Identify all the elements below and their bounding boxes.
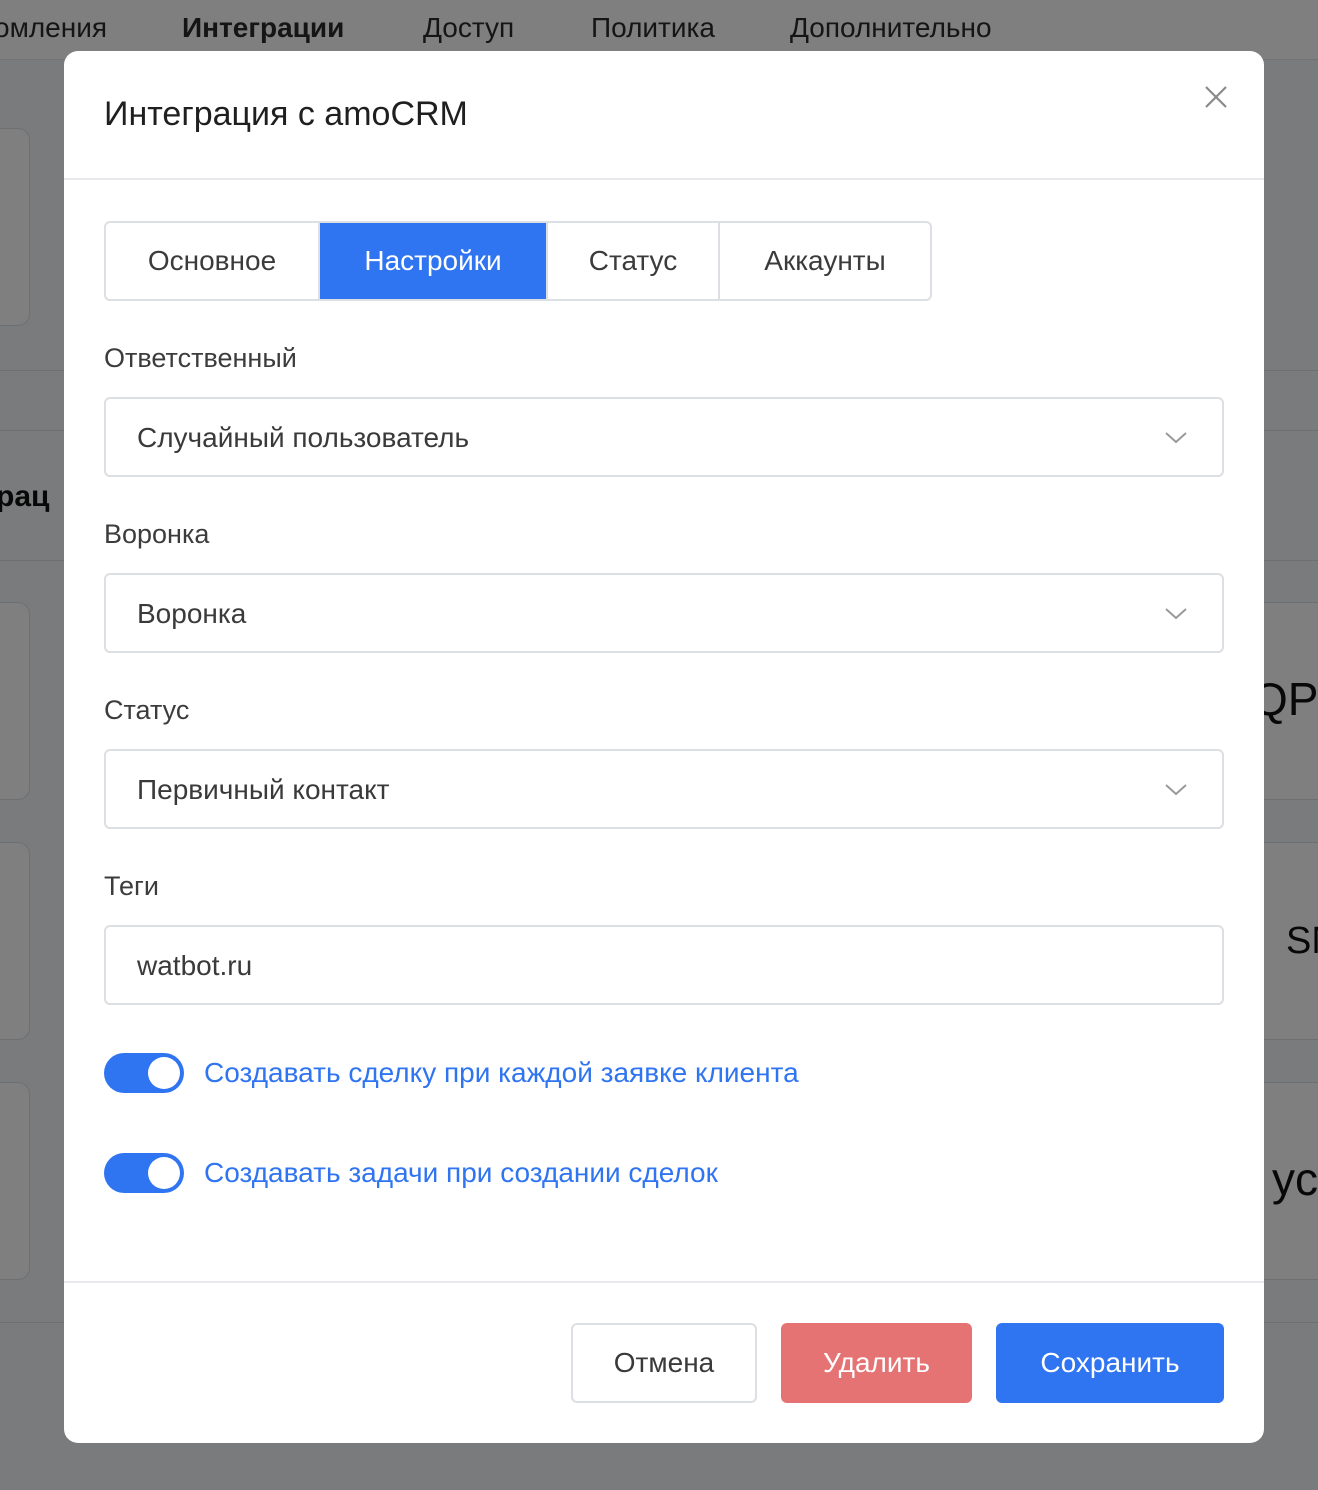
create-deal-toggle[interactable] <box>104 1053 184 1093</box>
funnel-select[interactable]: Воронка <box>104 573 1224 653</box>
close-icon <box>1205 86 1227 108</box>
responsible-label: Ответственный <box>104 343 297 373</box>
responsible-select-value: Случайный пользователь <box>137 422 470 453</box>
modal-footer-divider <box>64 1281 1264 1283</box>
status-label: Статус <box>104 695 190 725</box>
toggle-row-create-tasks: Создавать задачи при создании сделок <box>104 1152 718 1194</box>
save-button[interactable]: Сохранить <box>996 1323 1224 1403</box>
funnel-label: Воронка <box>104 519 210 549</box>
cancel-button[interactable]: Отмена <box>571 1323 757 1403</box>
responsible-select[interactable]: Случайный пользователь <box>104 397 1224 477</box>
toggle-row-create-deal: Создавать сделку при каждой заявке клиен… <box>104 1052 799 1094</box>
create-deal-toggle-label[interactable]: Создавать сделку при каждой заявке клиен… <box>204 1057 799 1089</box>
close-button[interactable] <box>1202 83 1230 111</box>
modal-title: Интеграция с amoCRM <box>104 95 468 133</box>
tab-settings[interactable]: Настройки <box>320 223 548 299</box>
tags-label: Теги <box>104 871 159 901</box>
tab-basic[interactable]: Основное <box>106 223 320 299</box>
toggle-knob <box>148 1157 180 1189</box>
chevron-down-icon <box>1164 429 1188 445</box>
status-select-value: Первичный контакт <box>137 774 390 805</box>
chevron-down-icon <box>1164 781 1188 797</box>
tab-status[interactable]: Статус <box>548 223 720 299</box>
status-select[interactable]: Первичный контакт <box>104 749 1224 829</box>
create-tasks-toggle-label[interactable]: Создавать задачи при создании сделок <box>204 1157 718 1189</box>
funnel-select-value: Воронка <box>137 598 247 629</box>
delete-button[interactable]: Удалить <box>781 1323 972 1403</box>
chevron-down-icon <box>1164 605 1188 621</box>
tags-input-value: watbot.ru <box>137 950 253 981</box>
tab-accounts[interactable]: Аккаунты <box>720 223 930 299</box>
settings-tabs: Основное Настройки Статус Аккаунты <box>104 221 932 301</box>
modal-header: Интеграция с amoCRM <box>64 51 1264 180</box>
tags-input[interactable]: watbot.ru <box>104 925 1224 1005</box>
create-tasks-toggle[interactable] <box>104 1153 184 1193</box>
toggle-knob <box>148 1057 180 1089</box>
amocrm-integration-modal: Интеграция с amoCRM Основное Настройки С… <box>64 51 1264 1443</box>
